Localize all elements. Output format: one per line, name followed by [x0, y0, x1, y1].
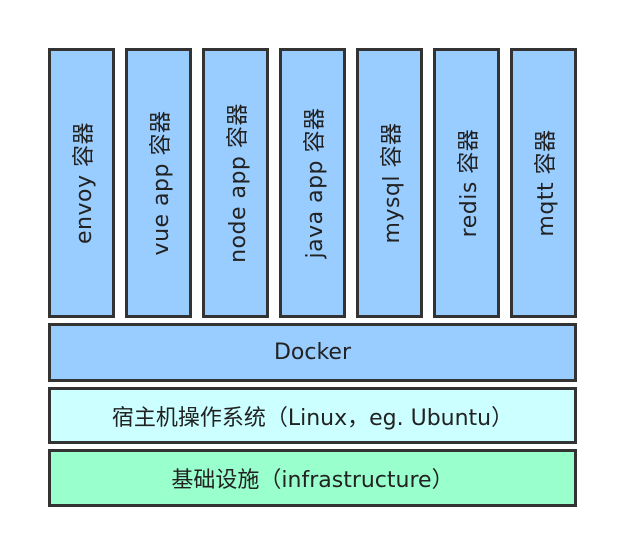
architecture-diagram: envoy 容器 vue app 容器 node app 容器 java app…	[0, 0, 627, 556]
docker-layer: Docker	[48, 323, 577, 382]
host-os-layer: 宿主机操作系统（Linux，eg. Ubuntu）	[48, 387, 577, 444]
container-vue-app: vue app 容器	[125, 48, 192, 318]
container-mysql: mysql 容器	[356, 48, 423, 318]
infrastructure-layer-label: 基础设施（infrastructure）	[171, 468, 454, 493]
container-label: mqtt 容器	[533, 129, 559, 237]
docker-layer-label: Docker	[273, 340, 352, 365]
container-mqtt: mqtt 容器	[510, 48, 577, 318]
container-label: mysql 容器	[379, 122, 405, 244]
container-node-app: node app 容器	[202, 48, 269, 318]
container-label: envoy 容器	[71, 122, 97, 244]
container-label: vue app 容器	[148, 110, 174, 256]
container-label: redis 容器	[456, 128, 482, 238]
container-java-app: java app 容器	[279, 48, 346, 318]
container-label: node app 容器	[225, 103, 251, 263]
host-os-layer-label: 宿主机操作系统（Linux，eg. Ubuntu）	[111, 405, 514, 431]
infrastructure-layer: 基础设施（infrastructure）	[48, 449, 577, 507]
container-envoy: envoy 容器	[48, 48, 115, 318]
container-label: java app 容器	[302, 107, 328, 259]
container-redis: redis 容器	[433, 48, 500, 318]
